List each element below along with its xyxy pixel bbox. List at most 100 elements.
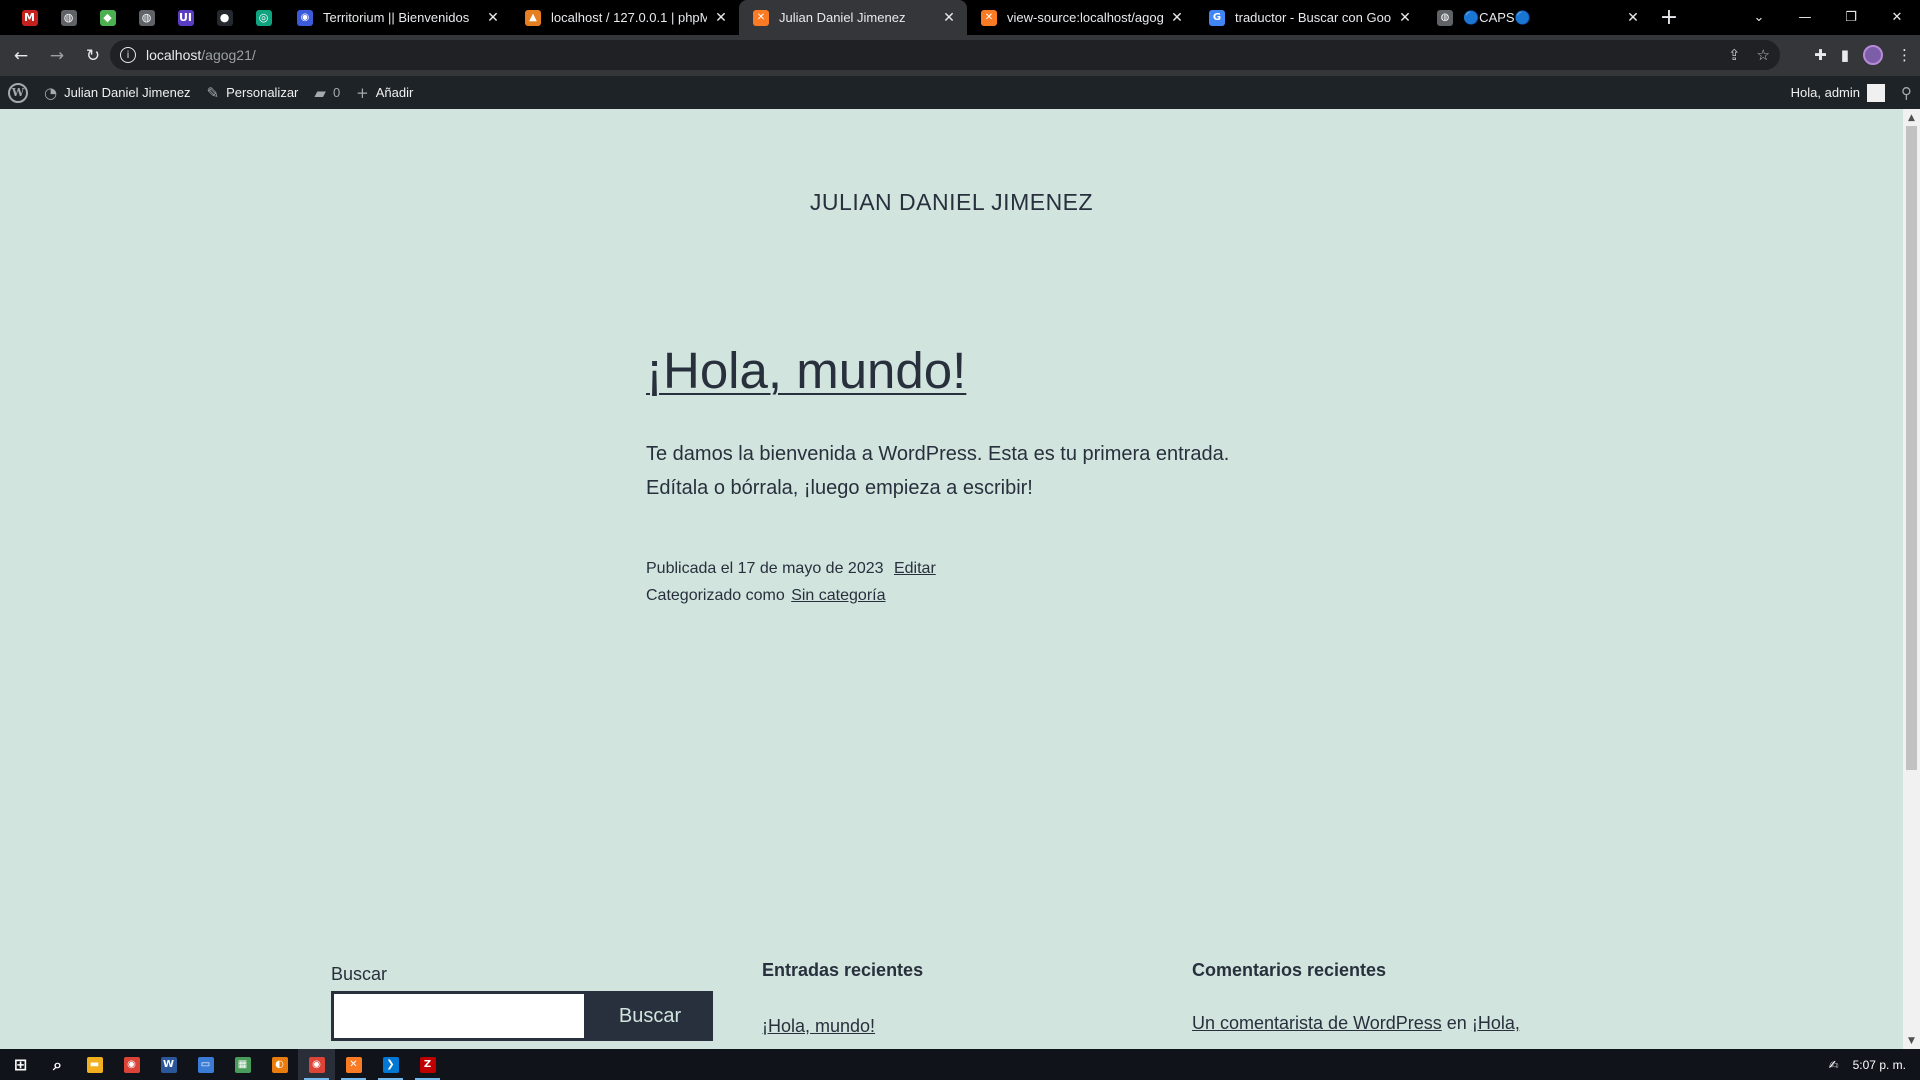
admin-bar-customize[interactable]: ✎ Personalizar — [199, 76, 307, 109]
taskbar-app[interactable]: Z — [409, 1049, 446, 1080]
post-title[interactable]: ¡Hola, mundo! — [646, 341, 1286, 401]
tab-list: ◉ Territorium || Bienvenidos ✕ ▲ localhost /… — [283, 0, 1651, 35]
back-button[interactable]: ← — [6, 41, 36, 71]
comment-bubble-icon: ▰ — [314, 83, 326, 102]
scroll-down-icon[interactable]: ▼ — [1903, 1032, 1920, 1049]
taskbar-app[interactable]: ⌕ — [39, 1049, 76, 1080]
start-icon: ⊞ — [12, 1055, 29, 1074]
url-path: /agog21/ — [201, 47, 256, 63]
minimize-button[interactable]: — — [1782, 0, 1828, 35]
chatgpt-icon: ◎ — [255, 9, 272, 26]
taskbar-app[interactable]: ◉ — [113, 1049, 150, 1080]
vscode-icon: ❯ — [382, 1056, 399, 1073]
windows-taskbar: ⊞ ⌕ ▬ ◉ W ▭ ▦ ◐ ◉ ✕ ❯ Z ✍ 5:07 p. m. — [0, 1049, 1920, 1080]
xampp-icon: ✕ — [345, 1056, 362, 1073]
extensions-icon[interactable]: ✚ — [1814, 46, 1827, 64]
site-name-label: Julian Daniel Jimenez — [64, 85, 191, 100]
window-icon: ▭ — [197, 1056, 214, 1073]
browser-tab[interactable]: ✕ Julian Daniel Jimenez ✕ — [739, 0, 967, 35]
xampp-icon: ✕ — [981, 9, 997, 26]
toolbar-right: ✚ ▮ ⋮ — [1814, 40, 1912, 70]
taskbar-app[interactable]: W — [150, 1049, 187, 1080]
forward-button[interactable]: → — [42, 41, 72, 71]
close-tab-icon[interactable]: ✕ — [485, 10, 501, 26]
admin-bar-search[interactable]: ⚲ — [1893, 76, 1920, 109]
browser-tab[interactable]: Gtraductor - Buscar con Google ✕ — [1195, 0, 1423, 35]
share-icon[interactable]: ⇪ — [1728, 46, 1741, 64]
close-tab-icon[interactable]: ✕ — [1625, 10, 1641, 26]
browser-tab[interactable]: ▲ localhost / 127.0.0.1 | phpMyAdmin ✕ — [511, 0, 739, 35]
plus-icon: + — [356, 83, 369, 102]
post-content-line: Te damos la bienvenida a WordPress. Esta… — [646, 443, 1230, 465]
side-panel-icon[interactable]: ▮ — [1841, 46, 1849, 64]
bookmark-star-icon[interactable]: ☆ — [1757, 46, 1770, 64]
search-icon: ⚲ — [1901, 83, 1912, 102]
recent-comments-title: Comentarios recientes — [1192, 960, 1387, 980]
comment-post-link[interactable]: ¡Hola, — [1472, 1013, 1520, 1033]
pinned-tab[interactable]: ◍ — [49, 0, 88, 35]
admin-bar-site-name[interactable]: ◔ Julian Daniel Jimenez — [36, 76, 199, 109]
brush-icon: ✎ — [206, 83, 220, 102]
site-title[interactable]: JULIAN DANIEL JIMENEZ — [0, 189, 1903, 216]
tab-title: localhost / 127.0.0.1 | phpMyAdmin — [551, 10, 707, 25]
site-info-icon[interactable]: i — [120, 47, 136, 63]
reload-button[interactable]: ↻ — [78, 41, 108, 71]
close-window-button[interactable]: ✕ — [1874, 0, 1920, 35]
admin-bar-new-content[interactable]: + Añadir — [348, 76, 421, 109]
close-tab-icon[interactable]: ✕ — [1397, 10, 1413, 26]
wp-logo-menu[interactable]: W — [0, 76, 36, 109]
page-scrollbar[interactable]: ▲ ▼ — [1903, 109, 1920, 1049]
globe-icon: ◍ — [1437, 9, 1453, 26]
profile-avatar[interactable] — [1863, 45, 1883, 65]
pinned-tab[interactable]: UI — [166, 0, 205, 35]
search-input[interactable] — [331, 991, 587, 1041]
scrollbar-thumb[interactable] — [1906, 126, 1917, 770]
taskbar-app[interactable]: ▦ — [224, 1049, 261, 1080]
edit-post-link[interactable]: Editar — [894, 560, 936, 577]
pinned-tab[interactable]: ◆ — [88, 0, 127, 35]
recent-post-link[interactable]: ¡Hola, mundo! — [762, 1016, 875, 1036]
taskbar-app[interactable]: ❯ — [372, 1049, 409, 1080]
wordpress-logo-icon: W — [8, 82, 28, 103]
post-content-line: Edítala o bórrala, ¡luego empieza a escr… — [646, 477, 1033, 499]
pen-icon[interactable]: ✍ — [1829, 1058, 1839, 1072]
tab-search-icon[interactable]: ⌄ — [1736, 0, 1782, 35]
taskbar-app[interactable]: ▭ — [187, 1049, 224, 1080]
restore-button[interactable]: ❐ — [1828, 0, 1874, 35]
globe-icon: ◍ — [138, 9, 155, 26]
clock[interactable]: 5:07 p. m. — [1853, 1058, 1906, 1072]
address-bar[interactable]: i localhost/agog21/ ⇪ ☆ — [110, 40, 1780, 70]
admin-bar-comments[interactable]: ▰ 0 — [306, 76, 348, 109]
taskbar-app[interactable]: ⊞ — [2, 1049, 39, 1080]
diamond-icon: ◆ — [99, 9, 116, 26]
pinned-tab[interactable]: ◍ — [127, 0, 166, 35]
my-account-menu[interactable]: Hola, admin — [1783, 76, 1893, 109]
close-tab-icon[interactable]: ✕ — [713, 10, 729, 26]
comment-author-link[interactable]: Un comentarista de WordPress — [1192, 1013, 1442, 1033]
close-tab-icon[interactable]: ✕ — [1169, 10, 1185, 26]
add-new-label: Añadir — [375, 85, 414, 100]
browser-tab[interactable]: ◍ 🔵CAPS🔵 ✕ — [1423, 0, 1651, 35]
wp-admin-bar: W ◔ Julian Daniel Jimenez ✎ Personalizar… — [0, 76, 1920, 109]
browser-tab[interactable]: ◉ Territorium || Bienvenidos ✕ — [283, 0, 511, 35]
pinned-tab[interactable]: ● — [205, 0, 244, 35]
scroll-up-icon[interactable]: ▲ — [1903, 109, 1920, 126]
browser-tab[interactable]: ✕ view-source:localhost/agog21/ ✕ — [967, 0, 1195, 35]
recent-posts-title: Entradas recientes — [762, 960, 924, 980]
menu-kebab-icon[interactable]: ⋮ — [1897, 46, 1912, 64]
published-date: Publicada el 17 de mayo de 2023 — [646, 560, 884, 577]
taskbar-app[interactable]: ✕ — [335, 1049, 372, 1080]
pinned-tab[interactable]: ◎ — [244, 0, 283, 35]
taskbar-app[interactable]: ◉ — [298, 1049, 335, 1080]
taskbar-app[interactable]: ▬ — [76, 1049, 113, 1080]
pinned-tab[interactable]: M — [10, 0, 49, 35]
search-icon: ⌕ — [49, 1055, 66, 1074]
close-tab-icon[interactable]: ✕ — [941, 10, 957, 26]
search-button[interactable]: Buscar — [587, 991, 713, 1041]
taskbar-app[interactable]: ◐ — [261, 1049, 298, 1080]
chrome-icon: ◉ — [308, 1056, 325, 1073]
new-tab-button[interactable]: + — [1651, 0, 1687, 35]
phpmyadmin-icon: ▲ — [525, 9, 541, 26]
category-link[interactable]: Sin categoría — [791, 587, 885, 604]
system-tray: ✍ 5:07 p. m. — [1829, 1058, 1920, 1072]
